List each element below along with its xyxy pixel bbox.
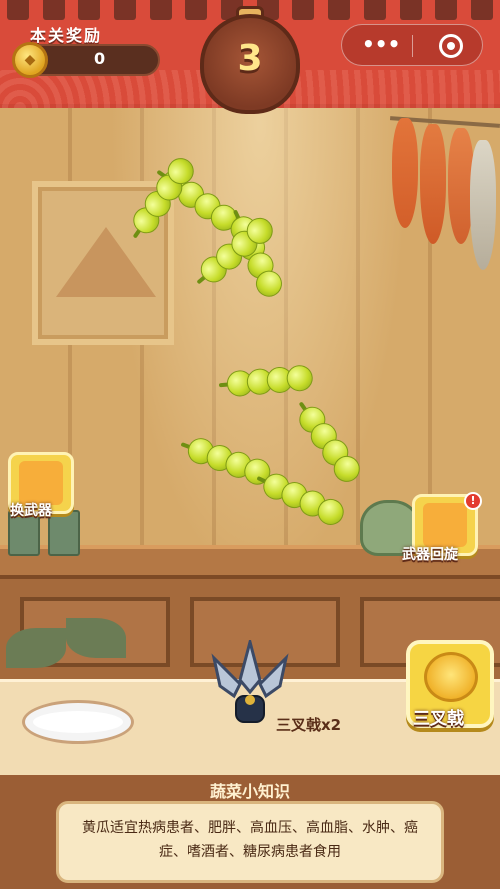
target-icon[interactable] [439,34,463,58]
tips-title: 蔬菜小知识 [209,782,290,801]
alert-badge: ! [464,492,482,510]
hanging-fish-icon [470,140,496,270]
tips-box: 黄瓜适宜热病患者、肥胖、高血压、高血脂、水肿、癌症、嗜酒者、糖尿病患者食用 [56,801,444,883]
switch-weapon-label: 换武器 [10,503,52,519]
monkey-face-icon [424,652,478,702]
level-number: 3 [237,38,263,79]
fish-knife-icon [423,503,467,547]
plate-icon [22,700,134,744]
leaf-icon [6,628,66,668]
cup-icon [48,510,80,556]
reward-value: 0 [94,49,106,68]
capsule-divider [412,35,413,57]
fish-knife-icon [19,461,63,505]
return-weapon-label: 武器回旋 [402,547,458,563]
hanging-fish-icon [392,118,418,228]
current-weapon-label: 三叉戟 [413,709,464,729]
tips-text: 黄瓜适宜热病患者、肥胖、高血压、高血脂、水肿、癌症、嗜酒者、糖尿病患者食用 [82,820,418,860]
coin-icon: ◆ [12,42,48,78]
mini-program-capsule: ••• [341,24,483,66]
reward-title: 本关奖励 [30,26,103,45]
more-dots-icon[interactable]: ••• [362,34,400,54]
hanging-fish-icon [420,124,446,244]
leaf-icon [66,618,126,658]
weapon-count: 三叉戟x2 [276,716,342,734]
plant-icon [6,618,136,678]
